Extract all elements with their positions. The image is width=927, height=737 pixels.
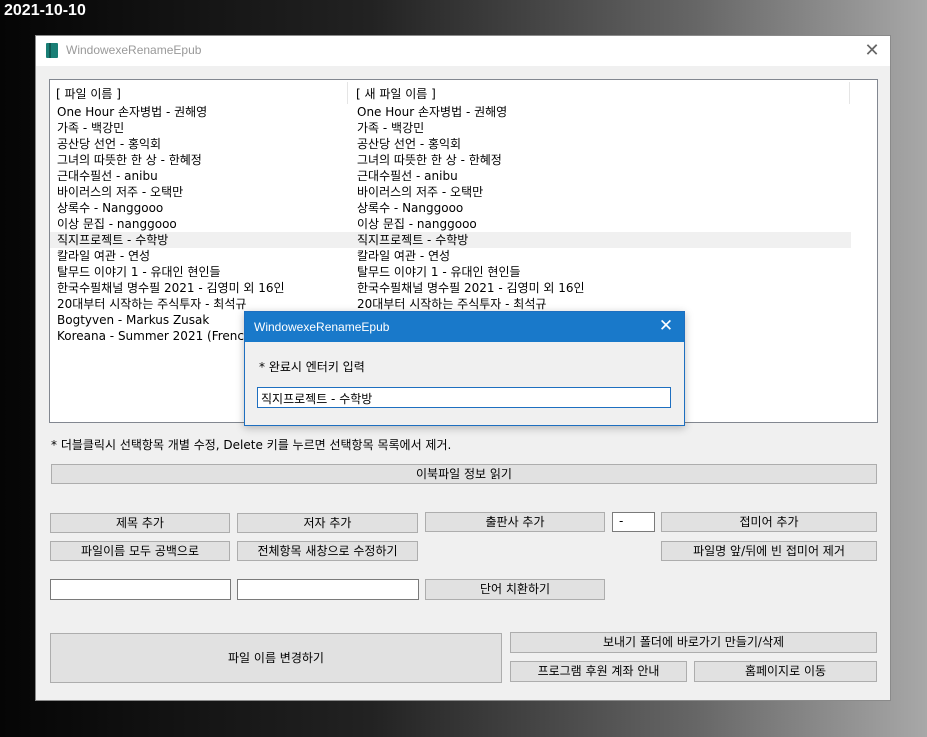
list-item[interactable]: 공산당 선언 - 홍익회 공산당 선언 - 홍익회 xyxy=(50,136,851,152)
list-item-newname: 근대수필선 - anibu xyxy=(357,169,458,183)
list-item-newname: 20대부터 시작하는 주식투자 - 최석규 xyxy=(357,297,547,311)
book-icon xyxy=(46,43,58,58)
list-rows: One Hour 손자병법 - 권해영 One Hour 손자병법 - 권해영 가족… xyxy=(50,104,851,344)
list-item-newname: 공산당 선언 - 홍익회 xyxy=(357,137,462,151)
separator-field[interactable]: - xyxy=(612,512,655,532)
dialog-close-button[interactable]: ✕ xyxy=(656,316,676,336)
window-title: WindowexeRenameEpub xyxy=(66,43,202,57)
list-item-filename: One Hour 손자병법 - 권해영 xyxy=(57,105,208,119)
all-filenames-to-space-button[interactable]: 파일이름 모두 공백으로 xyxy=(50,541,230,561)
dialog-title: WindowexeRenameEpub xyxy=(254,320,390,334)
usage-hint: * 더블클릭시 선택항목 개별 수정, Delete 키를 누르면 선택항목 목… xyxy=(51,438,452,452)
list-item[interactable]: 20대부터 시작하는 주식투자 - 최석규 20대부터 시작하는 주식투자 - 최… xyxy=(50,296,851,312)
list-item-filename: 바이러스의 저주 - 오택만 xyxy=(57,185,184,199)
add-title-button[interactable]: 제목 추가 xyxy=(50,513,230,533)
add-author-button[interactable]: 저자 추가 xyxy=(237,513,418,533)
add-suffix-button[interactable]: 접미어 추가 xyxy=(661,512,877,532)
desktop-date: 2021-10-10 xyxy=(4,2,86,19)
list-item[interactable]: 상록수 - Nanggooo 상록수 - Nanggooo xyxy=(50,200,851,216)
list-item[interactable]: 근대수필선 - anibu 근대수필선 - anibu xyxy=(50,168,851,184)
list-item-filename: Bogtyven - Markus Zusak xyxy=(57,313,210,327)
list-item[interactable]: 직지프로젝트 - 수학방 직지프로젝트 - 수학방 xyxy=(50,232,851,248)
list-item-newname: 한국수필채널 명수필 2021 - 김영미 외 16인 xyxy=(357,281,585,295)
dialog-name-input[interactable]: 직지프로젝트 - 수학방 xyxy=(257,387,671,408)
list-item[interactable]: 한국수필채널 명수필 2021 - 김영미 외 16인 한국수필채널 명수필 20… xyxy=(50,280,851,296)
list-item-filename: 한국수필채널 명수필 2021 - 김영미 외 16인 xyxy=(57,281,285,295)
edit-all-in-new-window-button[interactable]: 전체항목 새창으로 수정하기 xyxy=(237,541,418,561)
add-publisher-button[interactable]: 출판사 추가 xyxy=(425,512,605,532)
list-item[interactable]: 탈무드 이야기 1 - 유대인 현인들 탈무드 이야기 1 - 유대인 현인들 xyxy=(50,264,851,280)
replace-word-button[interactable]: 단어 치환하기 xyxy=(425,579,605,600)
list-item-newname: 가족 - 백강민 xyxy=(357,121,425,135)
list-item-filename: 상록수 - Nanggooo xyxy=(57,201,164,215)
list-item-newname: 탈무드 이야기 1 - 유대인 현인들 xyxy=(357,265,521,279)
list-item-filename: 직지프로젝트 - 수학방 xyxy=(57,233,169,247)
list-item-newname: 이상 문집 - nanggooo xyxy=(357,217,477,231)
dialog-instruction: * 완료시 엔터키 입력 xyxy=(259,360,365,374)
donation-info-button[interactable]: 프로그램 후원 계좌 안내 xyxy=(510,661,687,682)
list-item-filename: Koreana - Summer 2021 (French) xyxy=(57,329,257,343)
go-homepage-button[interactable]: 홈페이지로 이동 xyxy=(694,661,877,682)
title-bar: WindowexeRenameEpub ✕ xyxy=(36,36,890,66)
column-header-newname[interactable]: [ 새 파일 이름 ] xyxy=(356,82,850,104)
list-item-filename: 이상 문집 - nanggooo xyxy=(57,217,177,231)
list-item[interactable]: 바이러스의 저주 - 오택만 바이러스의 저주 - 오택만 xyxy=(50,184,851,200)
list-item[interactable]: 이상 문집 - nanggooo 이상 문집 - nanggooo xyxy=(50,216,851,232)
list-item-newname: 바이러스의 저주 - 오택만 xyxy=(357,185,484,199)
edit-dialog: WindowexeRenameEpub ✕ * 완료시 엔터키 입력 직지프로젝… xyxy=(244,311,685,426)
dialog-title-bar: WindowexeRenameEpub ✕ xyxy=(245,312,684,342)
find-word-input[interactable] xyxy=(50,579,231,600)
list-item[interactable]: One Hour 손자병법 - 권해영 One Hour 손자병법 - 권해영 xyxy=(50,104,851,120)
list-item[interactable]: 가족 - 백강민 가족 - 백강민 xyxy=(50,120,851,136)
list-item-filename: 근대수필선 - anibu xyxy=(57,169,158,183)
read-ebook-info-button[interactable]: 이북파일 정보 읽기 xyxy=(51,464,877,484)
list-item-filename: 20대부터 시작하는 주식투자 - 최석규 xyxy=(57,297,247,311)
list-item[interactable]: 그녀의 따뜻한 한 상 - 한혜정 그녀의 따뜻한 한 상 - 한혜정 xyxy=(50,152,851,168)
list-item-newname: 직지프로젝트 - 수학방 xyxy=(357,233,469,247)
replace-word-input[interactable] xyxy=(237,579,419,600)
list-item-newname: 칼라일 여관 - 연성 xyxy=(357,249,451,263)
list-item-filename: 칼라일 여관 - 연성 xyxy=(57,249,151,263)
list-item[interactable]: 칼라일 여관 - 연성 칼라일 여관 - 연성 xyxy=(50,248,851,264)
list-item-newname: 상록수 - Nanggooo xyxy=(357,201,464,215)
list-item-filename: 가족 - 백강민 xyxy=(57,121,125,135)
list-item-newname: One Hour 손자병법 - 권해영 xyxy=(357,105,508,119)
column-header-filename[interactable]: [ 파일 이름 ] xyxy=(56,82,348,104)
list-item-newname: 그녀의 따뜻한 한 상 - 한혜정 xyxy=(357,153,502,167)
rename-files-button[interactable]: 파일 이름 변경하기 xyxy=(50,633,502,683)
remove-empty-affix-button[interactable]: 파일명 앞/뒤에 빈 접미어 제거 xyxy=(661,541,877,561)
list-item-filename: 공산당 선언 - 홍익회 xyxy=(57,137,162,151)
list-item-filename: 탈무드 이야기 1 - 유대인 현인들 xyxy=(57,265,221,279)
list-item-filename: 그녀의 따뜻한 한 상 - 한혜정 xyxy=(57,153,202,167)
sendto-shortcut-button[interactable]: 보내기 폴더에 바로가기 만들기/삭제 xyxy=(510,632,877,653)
close-button[interactable]: ✕ xyxy=(862,40,882,61)
